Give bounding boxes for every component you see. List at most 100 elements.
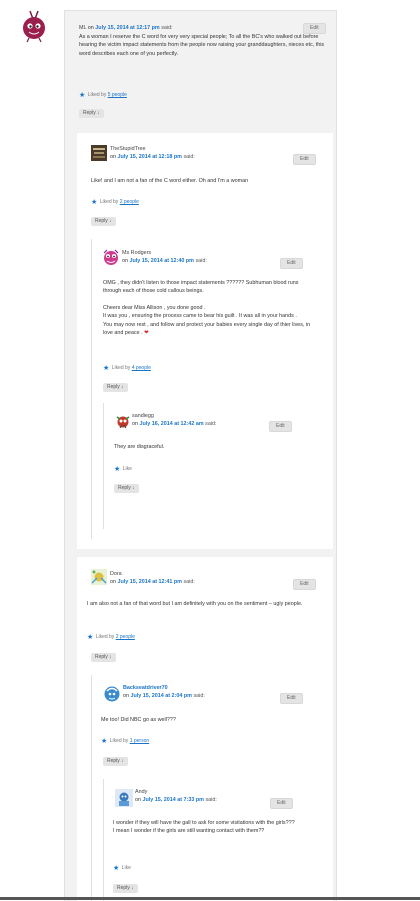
said-label: said:	[193, 693, 205, 700]
edit-button[interactable]: Edit	[303, 23, 326, 34]
reply-button[interactable]: Reply ↓	[113, 884, 138, 893]
edit-button[interactable]: Edit	[293, 579, 316, 590]
like-button[interactable]: Like	[123, 466, 132, 472]
comment-date-link[interactable]: July 15, 2014 at 12:41 pm	[118, 579, 182, 585]
comment-author[interactable]: ML	[79, 25, 86, 31]
liked-by-link[interactable]: 4 people	[132, 365, 151, 371]
comment-date-link[interactable]: July 15, 2014 at 7:33 pm	[143, 797, 204, 803]
avatar[interactable]	[103, 685, 121, 703]
comment-date-link[interactable]: July 15, 2014 at 12:18 pm	[118, 154, 182, 160]
reply-button[interactable]: Reply ↓	[103, 757, 128, 766]
comment-author[interactable]: TheStupidTree	[110, 145, 195, 153]
star-icon: ★	[114, 466, 121, 473]
liked-by-label: Liked by	[109, 738, 129, 744]
star-icon: ★	[113, 865, 120, 872]
reply-button[interactable]: Reply ↓	[91, 217, 116, 226]
body-paragraph: It was you , ensuring the process came t…	[103, 313, 297, 320]
on-label: on	[123, 693, 129, 700]
comment-meta: Andy on July 15, 2014 at 7:33 pm said:	[135, 788, 217, 805]
comment-author[interactable]: Backseatdriver70	[123, 684, 205, 692]
edit-button[interactable]: Edit	[270, 798, 293, 809]
on-label: on	[110, 154, 116, 161]
star-icon: ★	[91, 199, 98, 206]
on-label: on	[110, 579, 116, 586]
liked-by-link[interactable]: 2 people	[120, 199, 139, 205]
heart-icon: ❤	[144, 329, 149, 336]
edit-button[interactable]: Edit	[269, 421, 292, 432]
thread-indent-line	[91, 675, 92, 901]
liked-by-link[interactable]: 2 people	[116, 634, 135, 640]
comment-author[interactable]: sandiegg	[132, 412, 217, 420]
star-icon: ★	[87, 634, 94, 641]
liked-by-label: Liked by	[95, 634, 115, 640]
comment-body: Like! and I am not a fan of the C word e…	[91, 178, 249, 184]
comment-thread: ML on July 15, 2014 at 12:17 pm said: Ed…	[64, 10, 337, 901]
reply-button[interactable]: Reply ↓	[79, 109, 104, 118]
reply-box	[77, 557, 333, 901]
comment-meta: TheStupidTree on July 15, 2014 at 12:18 …	[110, 145, 195, 162]
body-text-line: You may now rest , and follow and protec…	[103, 321, 311, 336]
avatar[interactable]	[91, 569, 107, 585]
avatar[interactable]	[91, 145, 107, 161]
comment-author[interactable]: Ms Rodgers	[122, 249, 207, 257]
liked-by-label: Liked by	[87, 92, 107, 98]
comment-body: I wonder if they will have the gall to a…	[113, 820, 295, 835]
comment-body: They are disgraceful.	[114, 444, 165, 450]
comment-meta: ML on July 15, 2014 at 12:17 pm said:	[79, 24, 173, 32]
comment-meta: Dora on July 15, 2014 at 12:41 pm said:	[110, 570, 195, 587]
comment-date-link[interactable]: July 15, 2014 at 12:17 pm	[95, 25, 159, 31]
comment-date-link[interactable]: July 16, 2014 at 12:42 am	[140, 421, 204, 427]
reply-button[interactable]: Reply ↓	[114, 484, 139, 493]
said-label: said:	[195, 258, 207, 265]
body-paragraph: OMG , they didn't listen to those impact…	[103, 280, 299, 295]
likes-row: ★ Liked by 1 person	[101, 737, 149, 748]
body-paragraph: Cheers dear Miss Allison , you done good…	[103, 304, 206, 311]
edit-button[interactable]: Edit	[293, 154, 316, 165]
likes-row: ★ Liked by 4 people	[103, 364, 151, 375]
edit-button[interactable]: Edit	[280, 258, 303, 269]
like-button[interactable]: Like	[122, 865, 131, 871]
comment-author[interactable]: Dora	[110, 570, 195, 578]
star-icon: ★	[103, 365, 110, 372]
comment-body: Me too! Did NBC go as well???	[101, 717, 176, 723]
likes-row: ★ Like	[114, 465, 132, 476]
comment-date-link[interactable]: July 15, 2014 at 2:04 pm	[131, 693, 192, 699]
said-label: said:	[161, 25, 173, 31]
likes-row: ★ Liked by 5 people	[79, 91, 127, 102]
avatar[interactable]	[102, 249, 120, 267]
star-icon: ★	[101, 738, 108, 745]
on-label: on	[122, 258, 128, 265]
comment-meta: Ms Rodgers on July 15, 2014 at 12:40 pm …	[122, 249, 207, 266]
reply-button[interactable]: Reply ↓	[91, 653, 116, 662]
star-icon: ★	[79, 92, 86, 99]
liked-by-link[interactable]: 5 people	[108, 92, 127, 98]
on-label: on	[87, 25, 94, 31]
liked-by-label: Liked by	[99, 199, 119, 205]
edit-button[interactable]: Edit	[280, 693, 303, 704]
comment-date-link[interactable]: July 15, 2014 at 12:40 pm	[130, 258, 194, 264]
thread-indent-line	[103, 779, 104, 901]
comment-meta: Backseatdriver70 on July 15, 2014 at 2:0…	[123, 684, 205, 701]
avatar[interactable]	[115, 413, 131, 429]
on-label: on	[132, 421, 138, 428]
body-paragraph: You may now rest , and follow and protec…	[103, 321, 313, 338]
comment-body: OMG , they didn't listen to those impact…	[103, 279, 313, 337]
likes-row: ★ Liked by 2 people	[87, 633, 135, 644]
avatar[interactable]	[115, 789, 133, 807]
on-label: on	[135, 797, 141, 804]
thread-indent-line	[103, 403, 104, 529]
thread-indent-line	[91, 239, 92, 539]
commenter-avatar[interactable]	[20, 8, 48, 44]
said-label: said:	[205, 797, 217, 804]
comment-body: As a woman I reserve the C word for very…	[79, 34, 325, 57]
said-label: said:	[183, 154, 195, 161]
reply-button[interactable]: Reply ↓	[103, 383, 128, 392]
comment-author[interactable]: Andy	[135, 788, 217, 796]
likes-row: ★ Liked by 2 people	[91, 198, 139, 209]
said-label: said:	[183, 579, 195, 586]
comment-meta: sandiegg on July 16, 2014 at 12:42 am sa…	[132, 412, 217, 429]
liked-by-label: Liked by	[111, 365, 131, 371]
liked-by-link[interactable]: 1 person	[130, 738, 149, 744]
likes-row: ★ Like	[113, 864, 131, 875]
said-label: said:	[205, 421, 217, 428]
